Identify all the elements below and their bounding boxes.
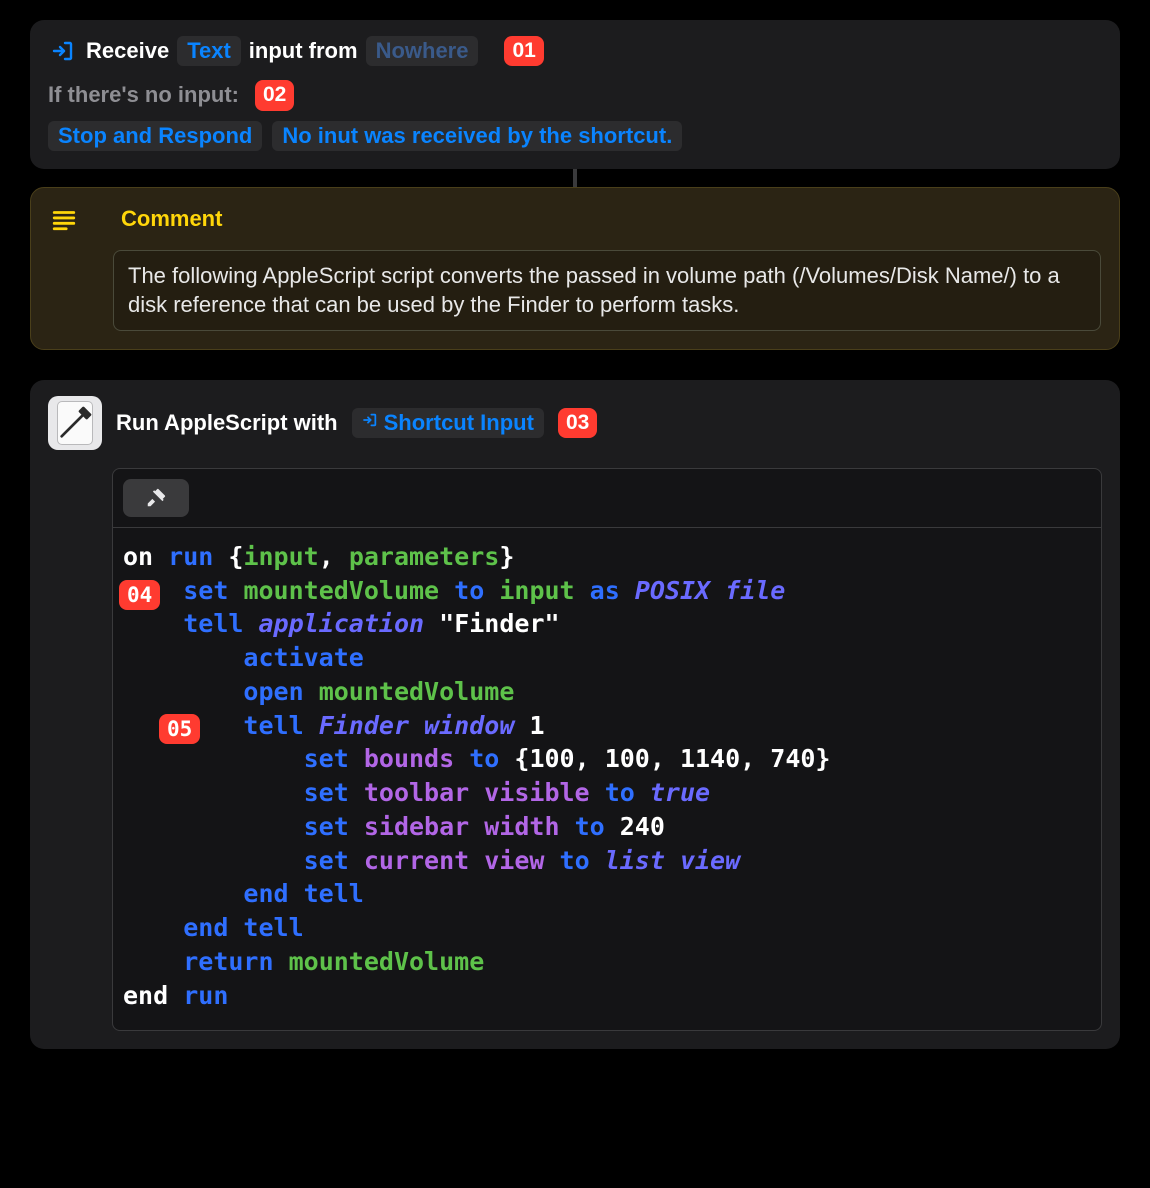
input-source-token[interactable]: Nowhere — [366, 36, 479, 66]
receive-action-card: Receive Text input from Nowhere 01 If th… — [30, 20, 1120, 169]
compile-button[interactable] — [123, 479, 189, 517]
receive-middle: input from — [249, 38, 358, 64]
comment-text-field[interactable]: The following AppleScript script convert… — [113, 250, 1101, 331]
comment-action-card: Comment The following AppleScript script… — [30, 187, 1120, 350]
comment-icon — [49, 204, 79, 234]
no-input-message-token[interactable]: No inut was received by the shortcut. — [272, 121, 682, 151]
comment-title: Comment — [121, 206, 222, 232]
annotation-02: 02 — [255, 80, 294, 110]
applescript-title: Run AppleScript with — [116, 410, 338, 436]
annotation-05: 05 — [159, 714, 200, 744]
receive-label: Receive — [86, 38, 169, 64]
input-icon — [48, 36, 78, 66]
no-input-action-token[interactable]: Stop and Respond — [48, 121, 262, 151]
annotation-01: 01 — [504, 36, 543, 66]
applescript-input-label: Shortcut Input — [384, 410, 534, 436]
receive-header-row: Receive Text input from Nowhere 01 — [48, 36, 1102, 66]
annotation-04: 04 — [119, 580, 160, 610]
input-type-token[interactable]: Text — [177, 36, 241, 66]
applescript-icon — [48, 396, 102, 450]
applescript-code-editor[interactable]: 0405on run {input, parameters} set mount… — [113, 528, 1101, 1031]
applescript-input-token[interactable]: Shortcut Input — [352, 408, 544, 438]
applescript-header-row: Run AppleScript with Shortcut Input 03 — [48, 396, 1102, 450]
connector-line — [30, 169, 1120, 187]
applescript-toolbar — [113, 469, 1101, 528]
no-input-label: If there's no input: — [48, 82, 239, 108]
comment-header-row: Comment — [49, 204, 1101, 234]
applescript-action-card: Run AppleScript with Shortcut Input 03 0… — [30, 380, 1120, 1050]
annotation-03: 03 — [558, 408, 597, 438]
applescript-code-frame: 0405on run {input, parameters} set mount… — [112, 468, 1102, 1032]
no-input-section: If there's no input: 02 Stop and Respond… — [48, 80, 1102, 150]
input-variable-icon — [362, 412, 378, 433]
